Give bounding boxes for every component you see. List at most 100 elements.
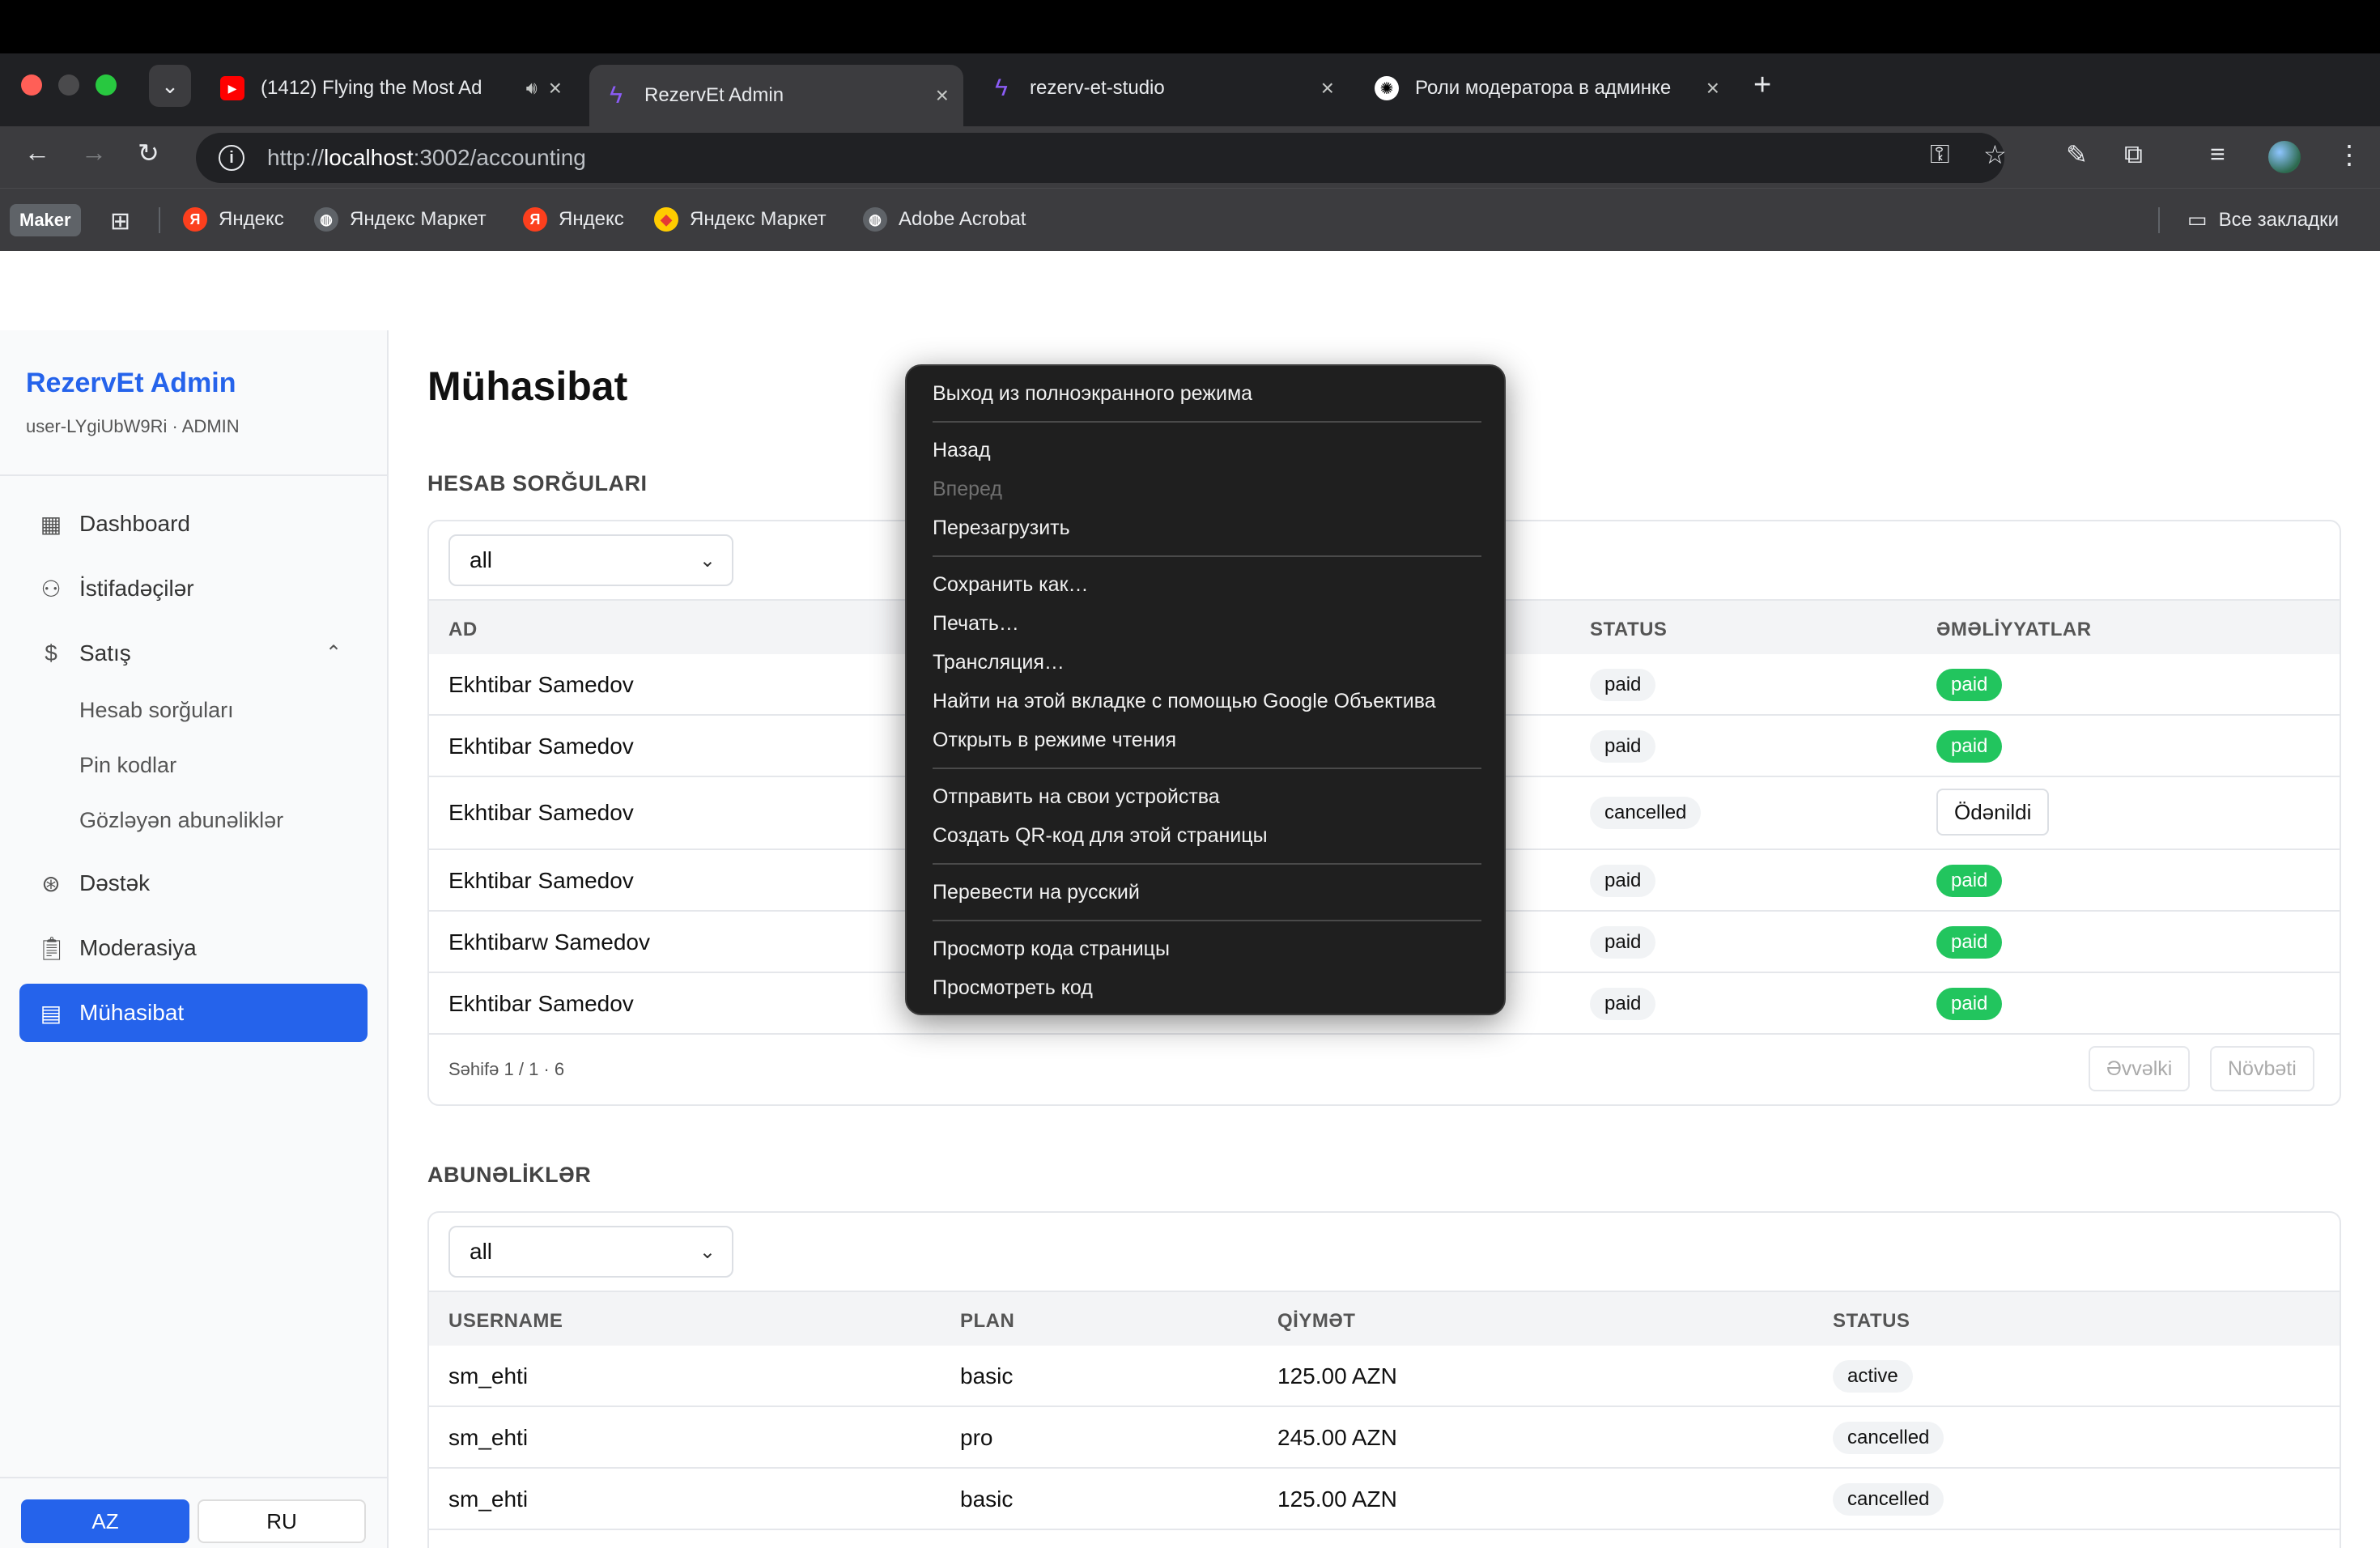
chevron-down-icon: ⌄ [161,73,179,98]
page-title: Mühasibat [427,364,628,409]
minimize-window-button[interactable] [58,74,79,96]
forward-arrow-icon[interactable]: → [81,138,107,168]
maker-bookmark[interactable]: Maker [10,204,81,236]
chatgpt-icon: ✺ [1375,76,1399,100]
invoice-status-filter[interactable]: all ⌄ [448,534,733,586]
menu-separator [933,863,1481,865]
bookmark-yandex-1[interactable]: Я Яндекс [183,207,284,232]
tab-search-button[interactable]: ⌄ [149,65,191,107]
back-arrow-icon[interactable]: ← [24,138,50,168]
bolt-icon: ϟ [995,74,1008,101]
paid-badge: paid [1936,926,2003,959]
bookmark-separator [159,207,160,233]
status-badge: active [1833,1360,1913,1393]
column-header-status: STATUS [1590,619,1668,640]
extensions-icon[interactable]: ⧉ [2124,139,2143,170]
menu-item-exit-fullscreen[interactable]: Выход из полноэкранного режима [933,382,1252,406]
previous-page-button[interactable]: Əvvəlki [2089,1046,2191,1091]
sidebar-subitem-invoices[interactable]: Hesab sorğuları [79,698,234,723]
sidebar-subitem-pending-subscriptions[interactable]: Gözləyən abunəliklər [79,808,283,833]
menu-item-reload[interactable]: Перезагрузить [933,517,1070,540]
sidebar-item-support[interactable]: ⊛ Dəstək [19,854,368,912]
menu-item-view-source[interactable]: Просмотр кода страницы [933,938,1170,961]
context-menu: Выход из полноэкранного режима Назад Впе… [905,364,1506,1015]
menu-item-translate[interactable]: Перевести на русский [933,881,1140,904]
media-controls-icon[interactable]: ≡ [2210,139,2225,169]
sidebar-subitem-pin-codes[interactable]: Pin kodlar [79,753,176,778]
globe-icon: ◍ [863,207,887,232]
subscriptions-card: all ⌄ USERNAME PLAN QİYMƏT STATUS sm_eht… [427,1211,2341,1548]
address-bar[interactable]: i http://localhost:3002/accounting [196,133,2004,183]
tab-rezervet-admin[interactable]: ϟ RezervEt Admin × [589,65,963,126]
tab-rezerv-et-studio[interactable]: ϟ rezerv-et-studio × [975,65,1349,112]
bookmark-yandex-market-2[interactable]: ◆ Яндекс Маркет [654,207,827,232]
dollar-icon: $ [45,640,57,666]
menu-item-inspect[interactable]: Просмотреть код [933,976,1093,1000]
site-info-icon[interactable]: i [219,145,244,171]
grid-icon: ▦ [40,511,62,537]
new-tab-button[interactable]: + [1753,68,1771,103]
mark-paid-button[interactable]: Ödənildi [1936,789,2050,836]
profile-avatar[interactable] [2268,141,2301,173]
sidebar-item-moderation[interactable]: 📋︎ Moderasiya [19,919,368,977]
lifebuoy-icon: ⊛ [41,870,61,896]
language-divider [0,1477,387,1478]
menu-item-save-as[interactable]: Сохранить как… [933,573,1089,597]
fullscreen-window-button[interactable] [96,74,117,96]
menu-item-cast[interactable]: Трансляция… [933,651,1065,674]
paid-badge: paid [1936,669,2003,701]
sidebar-item-accounting[interactable]: ▤ Mühasibat [19,984,368,1042]
next-page-button[interactable]: Növbəti [2210,1046,2314,1091]
close-icon[interactable]: × [936,83,949,108]
menu-item-google-lens[interactable]: Найти на этой вкладке с помощью Google О… [933,690,1436,713]
menu-item-print[interactable]: Печать… [933,612,1019,636]
status-badge: cancelled [1590,797,1702,829]
star-icon[interactable]: ☆ [1983,139,2007,170]
bookmark-yandex-2[interactable]: Я Яндекс [523,207,624,232]
close-icon[interactable]: × [1706,75,1719,101]
apps-grid-icon[interactable]: ⊞ [110,207,130,236]
menu-separator [933,421,1481,423]
menu-item-send-to-devices[interactable]: Отправить на свои устройства [933,785,1220,809]
close-icon[interactable]: × [549,75,562,101]
paid-badge: paid [1936,730,2003,763]
chevron-up-icon[interactable]: ⌃ [325,641,342,665]
table-row: sm_ehti basic 125.00 AZN active [429,1346,2340,1407]
menu-item-back[interactable]: Назад [933,439,991,462]
bookmark-yandex-market-1[interactable]: ◍ Яндекс Маркет [314,207,487,232]
tab-chatgpt[interactable]: ✺ Роли модератора в админке × [1360,65,1734,112]
subscription-status-filter[interactable]: all ⌄ [448,1226,733,1278]
eyedropper-icon[interactable]: ✎ [2066,139,2088,170]
bookmark-adobe-acrobat[interactable]: ◍ Adobe Acrobat [863,207,1026,232]
bookmark-separator [2158,207,2160,233]
more-vert-icon[interactable]: ⋮ [2336,139,2362,170]
column-header-price: QİYMƏT [1277,1310,1356,1332]
menu-item-reading-mode[interactable]: Открыть в режиме чтения [933,729,1176,752]
close-icon[interactable]: × [1321,75,1334,101]
yandex-market-icon: ◆ [654,207,678,232]
reload-icon[interactable]: ↻ [138,138,159,168]
menu-item-create-qr-code[interactable]: Создать QR-код для этой страницы [933,824,1268,848]
menu-separator [933,555,1481,557]
table-row: sm_ehti pro 245.00 AZN cancelled [429,1407,2340,1469]
sidebar-divider [0,474,387,476]
tab-youtube[interactable]: ▶ (1412) Flying the Most Ad 🔊︎ × [206,65,576,112]
menu-item-forward[interactable]: Вперед [933,478,1002,501]
status-badge: paid [1590,865,1656,897]
status-badge: cancelled [1833,1422,1944,1454]
globe-icon: ◍ [314,207,338,232]
close-window-button[interactable] [21,74,42,96]
status-badge: paid [1590,730,1656,763]
sidebar-item-sales[interactable]: $ Satış [19,624,368,683]
status-badge: paid [1590,988,1656,1020]
all-bookmarks-folder[interactable]: ▭ Все закладки [2187,207,2339,232]
sidebar-item-dashboard[interactable]: ▦ Dashboard [19,495,368,553]
sidebar-item-users[interactable]: ⚇ İstifadəçilər [19,559,368,618]
url-text[interactable]: http://localhost:3002/accounting [267,145,586,171]
column-header-status: STATUS [1833,1310,1910,1332]
key-icon[interactable]: ⚿ [1930,139,1949,170]
language-ru-button[interactable]: RU [198,1499,366,1543]
system-top-bar [0,0,2380,53]
speaker-icon[interactable]: 🔊︎ [526,78,538,99]
language-az-button[interactable]: AZ [21,1499,189,1543]
